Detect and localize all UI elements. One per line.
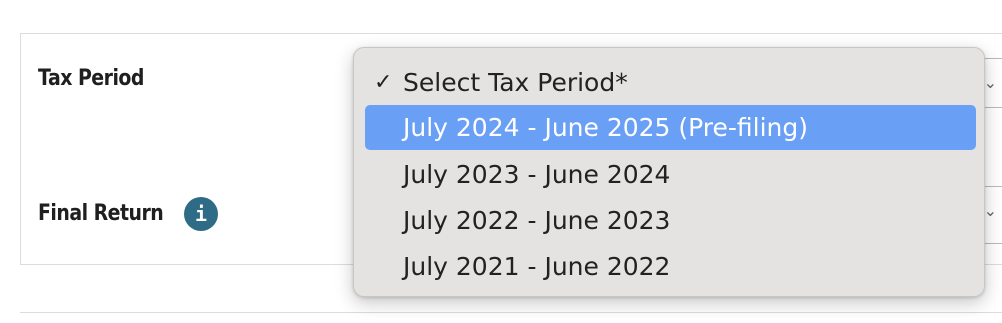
dropdown-option-select-tax-period[interactable]: ✓ Select Tax Period*	[365, 60, 976, 105]
chevron-down-icon: ⌄	[983, 203, 997, 220]
option-label: July 2022 - June 2023	[403, 206, 671, 235]
option-label: July 2021 - June 2022	[403, 252, 671, 281]
checkmark-icon: ✓	[374, 70, 393, 95]
dropdown-option-2023-2024[interactable]: July 2023 - June 2024	[365, 152, 976, 197]
option-label: July 2023 - June 2024	[403, 160, 671, 189]
dropdown-option-2022-2023[interactable]: July 2022 - June 2023	[365, 198, 976, 243]
option-label: July 2024 - June 2025 (Pre-filing)	[403, 113, 809, 142]
info-icon[interactable]: i	[184, 197, 218, 231]
final-return-label: Final Return	[38, 201, 164, 226]
dropdown-option-2021-2022[interactable]: July 2021 - June 2022	[365, 244, 976, 289]
dropdown-option-2024-2025[interactable]: July 2024 - June 2025 (Pre-filing)	[365, 105, 976, 150]
tax-period-label: Tax Period	[38, 66, 144, 91]
next-panel-edge	[20, 312, 1002, 323]
tax-period-dropdown-menu: ✓ Select Tax Period* July 2024 - June 20…	[353, 47, 985, 297]
chevron-down-icon: ⌄	[983, 75, 997, 92]
option-label: Select Tax Period*	[403, 68, 628, 97]
